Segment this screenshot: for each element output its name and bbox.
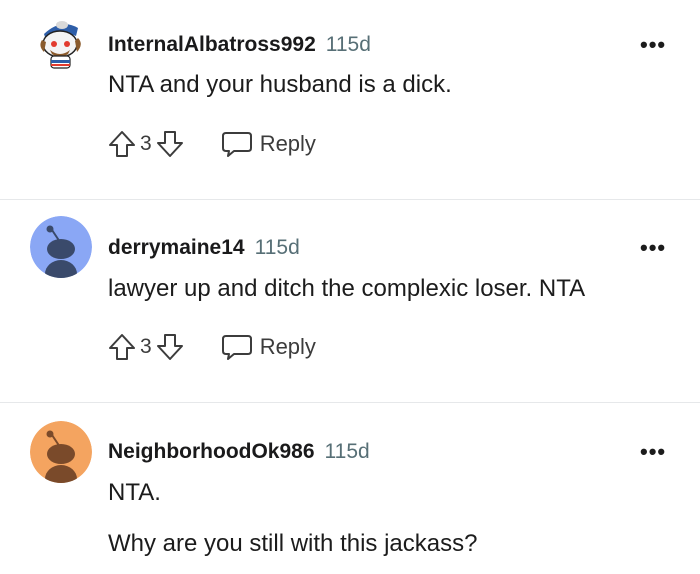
user-avatar[interactable]	[30, 12, 92, 74]
username-text[interactable]: NeighborhoodOk986	[108, 440, 315, 463]
reply-label[interactable]: Reply	[260, 334, 316, 360]
speech-bubble-icon	[221, 132, 252, 157]
snoo-avatar-icon	[30, 12, 92, 74]
comment-author[interactable]: derrymaine14 115d	[108, 236, 300, 260]
downvote-arrow-icon[interactable]	[156, 332, 184, 362]
reply-label[interactable]: Reply	[260, 131, 316, 157]
username-text[interactable]: derrymaine14	[108, 236, 245, 259]
reply-button[interactable]: Reply	[220, 332, 316, 362]
reply-button[interactable]: Reply	[220, 129, 316, 159]
comment-divider	[0, 402, 700, 403]
comment-author[interactable]: NeighborhoodOk986 115d	[108, 440, 370, 464]
comment-age: 115d	[254, 236, 300, 259]
vote-score: 3	[140, 335, 152, 358]
comment-age: 115d	[325, 33, 371, 56]
more-options-button[interactable]: •••	[640, 439, 666, 465]
downvote-arrow-icon[interactable]	[156, 129, 184, 159]
vote-score: 3	[140, 132, 152, 155]
comment-body-line: lawyer up and ditch the complexic loser.…	[108, 275, 586, 302]
more-options-button[interactable]: •••	[640, 235, 666, 261]
upvote-arrow-icon[interactable]	[108, 129, 136, 159]
comment-body-line: Why are you still with this jackass?	[108, 530, 478, 557]
comment-divider	[0, 199, 700, 200]
user-avatar[interactable]	[30, 421, 92, 483]
comment-actions: 3 Reply	[108, 330, 316, 364]
more-options-button[interactable]: •••	[640, 32, 666, 58]
user-avatar[interactable]	[30, 216, 92, 278]
speech-bubble-icon	[221, 335, 252, 360]
upvote-arrow-icon[interactable]	[108, 332, 136, 362]
snoo-avatar-icon	[30, 421, 92, 483]
snoo-avatar-icon	[30, 216, 92, 278]
comment-body-line: NTA and your husband is a dick.	[108, 71, 452, 98]
comment-author[interactable]: InternalAlbatross992 115d	[108, 33, 371, 57]
comment-age: 115d	[324, 440, 370, 463]
comment-body-line: NTA.	[108, 479, 161, 506]
comment-actions: 3 Reply	[108, 127, 316, 161]
username-text[interactable]: InternalAlbatross992	[108, 33, 316, 56]
